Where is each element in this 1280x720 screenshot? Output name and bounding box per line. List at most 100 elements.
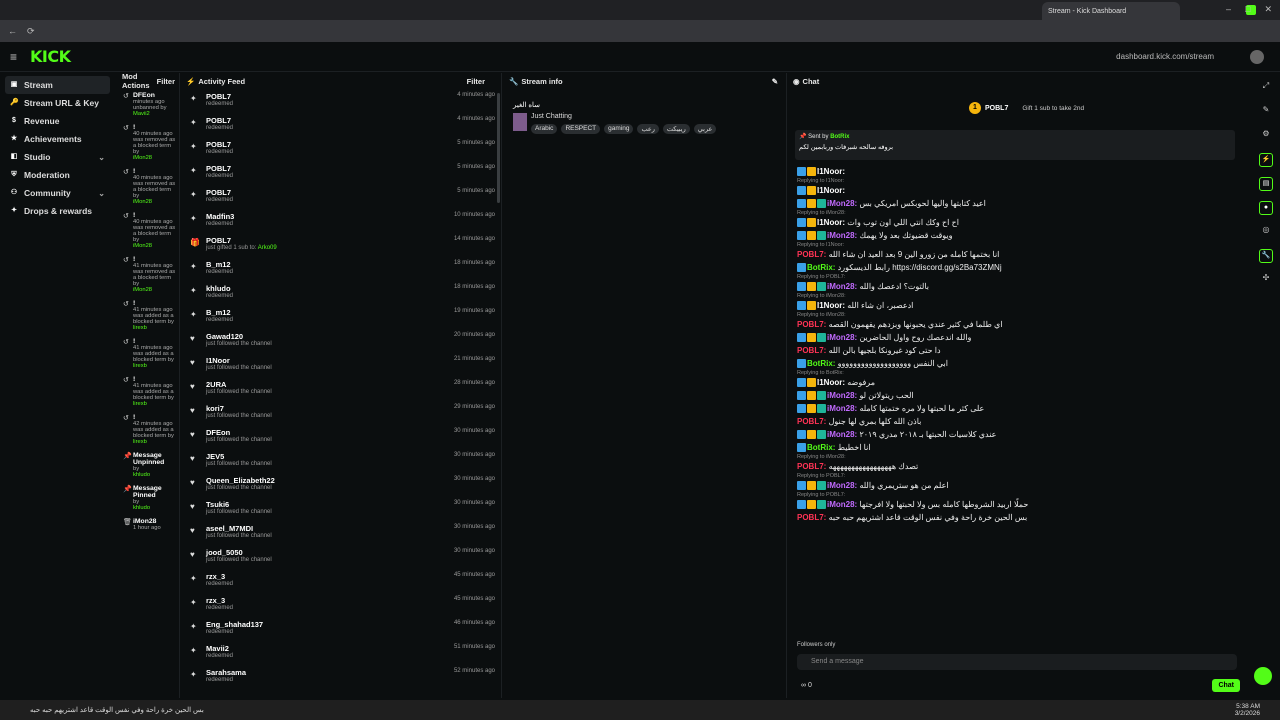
pinned-message[interactable]: 📌 Sent by BotRix بروفه سالحه شبرفات وربا…	[795, 130, 1235, 160]
chat-message[interactable]: BotRix: انا اخطيط	[789, 441, 1244, 454]
activity-recipient[interactable]: Arko09	[258, 245, 277, 251]
mod-action-item[interactable]: 📌 Message Unpinned by khludo	[118, 449, 179, 482]
mod-action-item[interactable]: 🗑 iMon28 1 hour ago	[118, 515, 179, 545]
activity-username[interactable]: Mavii2	[206, 644, 233, 653]
chat-username[interactable]: iMon28:	[827, 430, 859, 439]
chat-message[interactable]: BotRix: ابي النفس ووووووووووووووووووو	[789, 357, 1244, 370]
wrench-icon[interactable]: 🔧	[1259, 249, 1273, 263]
back-icon[interactable]: ←	[8, 26, 17, 37]
chat-username[interactable]: iMon28:	[827, 500, 859, 509]
activity-username[interactable]: rzx_3	[206, 572, 233, 581]
chat-message[interactable]: iMon28: عندي كلاسيات الحبتها بـ ٢٠١٨ مدر…	[789, 428, 1244, 441]
stream-tag[interactable]: عربي	[693, 124, 717, 134]
chat-message[interactable]: POBL7: بس الحين خرة راحة وفي نفس الوقت ق…	[789, 511, 1244, 524]
stream-tag[interactable]: ريبيكت	[662, 124, 690, 134]
activity-item[interactable]: ♥ 2URA just followed the channel 28 minute…	[182, 377, 501, 401]
chat-bubble-icon[interactable]: ●	[1259, 201, 1273, 215]
activity-item[interactable]: ✦ rzx_3 redeemed 45 minutes ago	[182, 593, 501, 617]
activity-item[interactable]: ✦ Mavii2 redeemed 51 minutes ago	[182, 641, 501, 665]
activity-username[interactable]: JEV5	[206, 452, 272, 461]
document-icon[interactable]: ▤	[1259, 177, 1273, 191]
activity-username[interactable]: POBL7	[206, 140, 233, 149]
activity-item[interactable]: ♥ JEV5 just followed the channel 30 minute…	[182, 449, 501, 473]
activity-item[interactable]: ♥ DFEon just followed the channel 30 minut…	[182, 425, 501, 449]
stream-tag[interactable]: Arabic	[531, 124, 558, 134]
chat-username[interactable]: I1Noor:	[817, 378, 847, 387]
chat-message[interactable]: POBL7: دا حتى كود غيرونكا بلجيها بالن ال…	[789, 344, 1244, 357]
expand-icon[interactable]: ⤢	[1259, 81, 1273, 95]
filter-button[interactable]: Filter	[467, 77, 501, 86]
chat-username[interactable]: BotRix:	[807, 443, 838, 452]
chat-username[interactable]: iMon28:	[827, 391, 859, 400]
chat-message[interactable]: iMon28: ويوقت قضيوتك بعد ولا يهمك	[789, 229, 1244, 242]
chat-message[interactable]: iMon28: اعيد كتابتها واليها لحوبكس امريك…	[789, 197, 1244, 210]
activity-username[interactable]: POBL7	[206, 92, 233, 101]
chat-message[interactable]: POBL7: تصدك هههههههههههههههههه	[789, 460, 1244, 473]
chat-username[interactable]: POBL7:	[797, 462, 829, 471]
chat-username[interactable]: iMon28:	[827, 282, 859, 291]
chat-message[interactable]: I1Noor: ادعصبر، ان شاء الله	[789, 299, 1244, 312]
activity-username[interactable]: POBL7	[206, 164, 233, 173]
chat-username[interactable]: I1Noor:	[817, 167, 845, 176]
chat-username[interactable]: POBL7:	[797, 346, 829, 355]
activity-username[interactable]: Queen_Elizabeth22	[206, 476, 275, 485]
mod-action-item[interactable]: ↺ ! 40 minutes ago was removed as a blocked…	[118, 209, 179, 253]
activity-item[interactable]: ✦ rzx_3 redeemed 45 minutes ago	[182, 569, 501, 593]
chevron-down-icon[interactable]: ⌄	[98, 153, 105, 162]
filter-button[interactable]: Filter	[157, 77, 179, 86]
mod-action-item[interactable]: ↺ ! 42 minutes ago was added as a blocked t…	[118, 411, 179, 449]
mod-action-item[interactable]: ↺ ! 40 minutes ago was removed as a blocked…	[118, 165, 179, 209]
chat-input[interactable]: Send a message	[797, 654, 1237, 670]
activity-username[interactable]: Gawad120	[206, 332, 272, 341]
bolt-icon[interactable]: ⚡	[1259, 153, 1273, 167]
activity-item[interactable]: ♥ jood_5050 just followed the channel 30 m…	[182, 545, 501, 569]
chevron-down-icon[interactable]: ⌄	[98, 189, 105, 198]
activity-username[interactable]: B_m12	[206, 260, 233, 269]
chat-username[interactable]: iMon28:	[827, 333, 859, 342]
chat-username[interactable]: BotRix:	[807, 263, 838, 272]
activity-item[interactable]: ♥ Gawad120 just followed the channel 20 mi…	[182, 329, 501, 353]
activity-username[interactable]: Eng_shahad137	[206, 620, 263, 629]
pencil-icon[interactable]: ✎	[1259, 105, 1273, 119]
chat-send-button[interactable]: Chat	[1212, 679, 1240, 692]
activity-username[interactable]: 2URA	[206, 380, 272, 389]
mod-action-item[interactable]: ↺ ! 40 minutes ago was removed as a blocked…	[118, 121, 179, 165]
chat-username[interactable]: iMon28:	[827, 231, 859, 240]
avatar[interactable]	[1250, 50, 1264, 64]
sidebar-item-stream-url-key[interactable]: 🔑 Stream URL & Key	[5, 94, 110, 112]
chat-message[interactable]: POBL7: اي طلما في كثير عندي يحبونها وبزد…	[789, 318, 1244, 331]
chat-username[interactable]: iMon28:	[827, 199, 859, 208]
mod-action-item[interactable]: ↺ ! 41 minutes ago was removed as a blocked…	[118, 253, 179, 297]
activity-item[interactable]: ✦ B_m12 redeemed 19 minutes ago	[182, 305, 501, 329]
activity-item[interactable]: 🎁 POBL7 just gifted 1 sub to: Arko09 14 min…	[182, 233, 501, 257]
activity-item[interactable]: ♥ kori7 just followed the channel 29 minut…	[182, 401, 501, 425]
activity-username[interactable]: B_m12	[206, 308, 233, 317]
edit-icon[interactable]: ✎	[772, 77, 786, 86]
activity-item[interactable]: ♥ I1Noor just followed the channel 21 minu…	[182, 353, 501, 377]
gift-text[interactable]: Gift 1 sub to take 2nd	[1022, 105, 1084, 112]
chat-username[interactable]: POBL7:	[797, 417, 829, 426]
activity-item[interactable]: ♥ Queen_Elizabeth22 just followed the chan…	[182, 473, 501, 497]
activity-item[interactable]: ✦ POBL7 redeemed 5 minutes ago	[182, 185, 501, 209]
activity-item[interactable]: ✦ B_m12 redeemed 18 minutes ago	[182, 257, 501, 281]
activity-username[interactable]: Tsuki6	[206, 500, 272, 509]
sidebar-item-studio[interactable]: ◧ Studio ⌄	[5, 148, 110, 166]
mod-action-item[interactable]: ↺ DFEon minutes ago unbanned by Mavii2	[118, 89, 179, 121]
sidebar-item-revenue[interactable]: $ Revenue	[5, 112, 110, 130]
chat-username[interactable]: iMon28:	[827, 481, 859, 490]
activity-item[interactable]: ✦ POBL7 redeemed 5 minutes ago	[182, 161, 501, 185]
activity-item[interactable]: ✦ Sarahsama redeemed 52 minutes ago	[182, 665, 501, 689]
sidebar-item-moderation[interactable]: ⛨ Moderation	[5, 166, 110, 184]
chat-message[interactable]: iMon28: بالتوت؟ ادعصك والله	[789, 280, 1244, 293]
broadcast-icon[interactable]: ◎	[1259, 225, 1273, 239]
gear-icon[interactable]: ⚙	[1259, 129, 1273, 143]
chat-username[interactable]: POBL7:	[797, 250, 829, 259]
puzzle-icon[interactable]: ✣	[1259, 273, 1273, 287]
chat-username[interactable]: BotRix:	[807, 359, 838, 368]
activity-username[interactable]: Sarahsama	[206, 668, 246, 677]
chat-username[interactable]: POBL7:	[797, 320, 829, 329]
chat-username[interactable]: I1Noor:	[817, 301, 847, 310]
activity-username[interactable]: I1Noor	[206, 356, 272, 365]
mod-action-item[interactable]: ↺ ! 41 minutes ago was added as a blocked t…	[118, 373, 179, 411]
activity-username[interactable]: aseel_M7MDI	[206, 524, 272, 533]
